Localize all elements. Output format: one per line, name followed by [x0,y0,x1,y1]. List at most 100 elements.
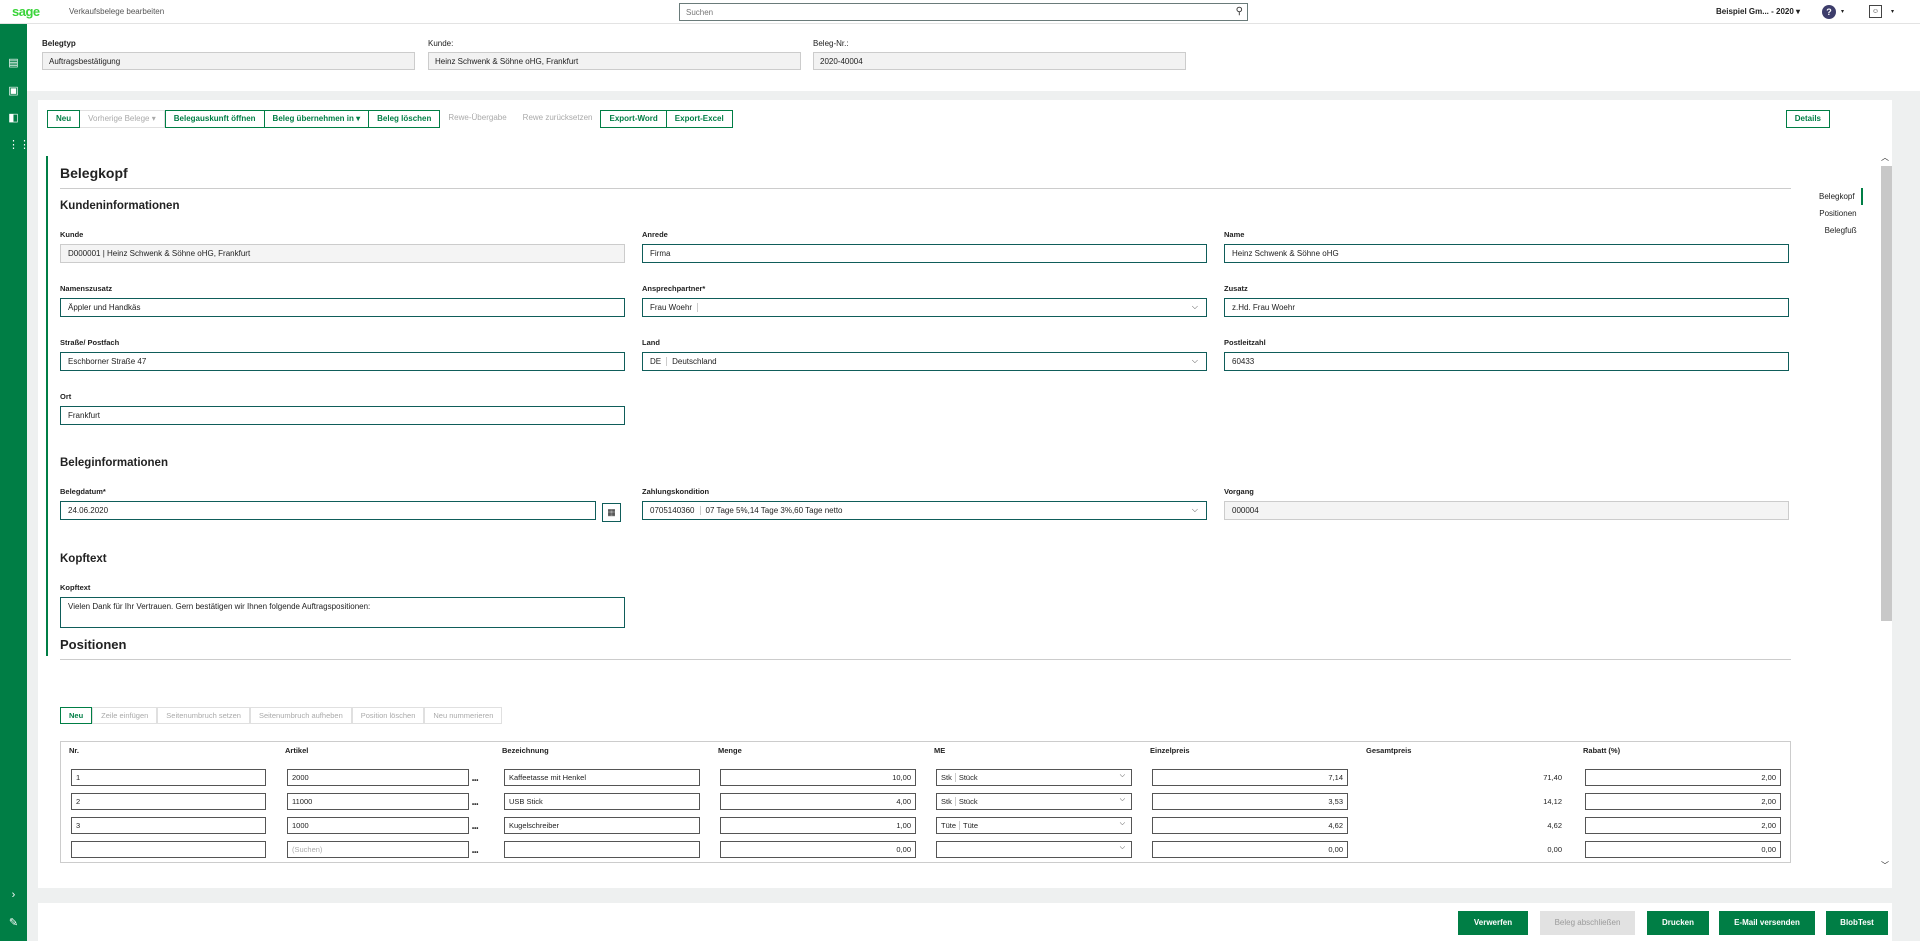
chevron-down-icon[interactable]: ⌵ [1192,505,1198,515]
cell-me-select[interactable]: Tüte Tüte ⌵ [936,817,1132,834]
rewe-zuruecksetzen-button[interactable]: Rewe zurücksetzen [514,110,601,128]
neu-nummerieren-button[interactable]: Neu nummerieren [424,707,503,724]
anchor-belegfuss[interactable]: Belegfuß [1819,222,1863,239]
scroll-up-icon[interactable]: ︿ [1881,152,1889,163]
cell-bezeichnung[interactable]: Kaffeetasse mit Henkel [504,769,700,786]
chevron-down-icon[interactable]: ⌵ [1120,796,1125,804]
chevron-down-icon[interactable]: ⌵ [1120,820,1125,828]
ort-input[interactable]: Frankfurt [60,406,625,425]
col-header-menge[interactable]: Menge [718,746,742,755]
belegdatum-input[interactable]: 24.06.2020 [60,501,596,520]
cell-rabatt[interactable]: 2,00 [1585,817,1781,834]
cell-einzelpreis[interactable]: 4,62 [1152,817,1348,834]
chevron-down-icon[interactable]: ⌵ [1120,844,1125,852]
col-header-einzelpreis[interactable]: Einzelpreis [1150,746,1190,755]
cell-bezeichnung[interactable] [504,841,700,858]
export-word-button[interactable]: Export-Word [600,110,667,128]
pin-icon[interactable]: ✎ [8,918,19,929]
cell-menge[interactable]: 0,00 [720,841,916,858]
col-header-rabatt[interactable]: Rabatt (%) [1583,746,1620,755]
vorherige-belege-button[interactable]: Vorherige Belege ▾ [80,110,165,128]
cell-bezeichnung[interactable]: Kugelschreiber [504,817,700,834]
document-edit-icon[interactable]: ◧ [8,113,19,124]
anchor-belegkopf[interactable]: Belegkopf [1819,188,1863,205]
cell-menge[interactable]: 4,00 [720,793,916,810]
more-options-icon[interactable]: ••• [472,777,478,785]
cell-rabatt[interactable]: 0,00 [1585,841,1781,858]
rewe-uebergabe-button[interactable]: Rewe-Übergabe [440,110,515,128]
seitenumbruch-setzen-button[interactable]: Seitenumbruch setzen [157,707,250,724]
cell-nr[interactable]: 1 [71,769,266,786]
beleg-uebernehmen-button[interactable]: Beleg übernehmen in ▾ [264,110,370,128]
beleg-abschliessen-button[interactable]: Beleg abschließen [1540,911,1635,935]
beleg-loeschen-button[interactable]: Beleg löschen [369,110,441,128]
cell-nr[interactable] [71,841,266,858]
cell-menge[interactable]: 1,00 [720,817,916,834]
more-options-icon[interactable]: ••• [472,801,478,809]
sage-logo[interactable]: sage [12,4,40,19]
name-input[interactable]: Heinz Schwenk & Söhne oHG [1224,244,1789,263]
cell-artikel[interactable]: 2000 [287,769,469,786]
zusatz-input[interactable]: z.Hd. Frau Woehr [1224,298,1789,317]
vertical-scrollbar[interactable]: ︿ ﹀ [1878,152,1892,872]
apps-grid-icon[interactable]: ⋮⋮ [8,140,30,151]
search-input[interactable] [680,4,1200,20]
cell-bezeichnung[interactable]: USB Stick [504,793,700,810]
strasse-input[interactable]: Eschborner Straße 47 [60,352,625,371]
cell-me-select[interactable]: Stk Stück ⌵ [936,769,1132,786]
plz-input[interactable]: 60433 [1224,352,1789,371]
chevron-down-icon[interactable]: ⌵ [1192,302,1198,312]
more-options-icon[interactable]: ••• [472,849,478,857]
search-icon[interactable]: ⚲ [1236,6,1243,17]
anchor-positionen[interactable]: Positionen [1819,205,1863,222]
cell-einzelpreis[interactable]: 7,14 [1152,769,1348,786]
belegauskunft-button[interactable]: Belegauskunft öffnen [164,110,265,128]
cell-me-select[interactable]: Stk Stück ⌵ [936,793,1132,810]
cell-einzelpreis[interactable]: 0,00 [1152,841,1348,858]
cell-artikel[interactable]: (Suchen) [287,841,469,858]
chevron-down-icon[interactable]: ⌵ [1120,772,1125,780]
cell-rabatt[interactable]: 2,00 [1585,769,1781,786]
chevron-down-icon[interactable]: ⌵ [1192,356,1198,366]
land-select[interactable]: DE Deutschland ⌵ [642,352,1207,371]
expand-chevron-icon[interactable]: › [8,890,19,901]
cell-menge[interactable]: 10,00 [720,769,916,786]
help-caret-icon[interactable]: ▾ [1841,8,1844,15]
neu-button[interactable]: Neu [47,110,81,128]
archive-icon[interactable]: ▣ [8,86,19,97]
email-versenden-button[interactable]: E-Mail versenden [1719,911,1815,935]
document-list-icon[interactable]: ▤ [8,58,19,69]
zahlung-select[interactable]: 0705140360 07 Tage 5%,14 Tage 3%,60 Tage … [642,501,1207,520]
user-icon[interactable]: ☺ [1869,5,1882,18]
col-header-nr[interactable]: Nr. [69,746,79,755]
cell-me-select[interactable]: ⌵ [936,841,1132,858]
col-header-me[interactable]: ME [934,746,945,755]
cell-einzelpreis[interactable]: 3,53 [1152,793,1348,810]
scroll-down-icon[interactable]: ﹀ [1881,860,1889,871]
position-neu-button[interactable]: Neu [60,707,93,724]
drucken-button[interactable]: Drucken [1647,911,1709,935]
cell-artikel[interactable]: 1000 [287,817,469,834]
col-header-bezeichnung[interactable]: Bezeichnung [502,746,549,755]
kopftext-textarea[interactable]: Vielen Dank für Ihr Vertrauen. Gern best… [60,597,625,628]
ansprechpartner-select[interactable]: Frau Woehr ⌵ [642,298,1207,317]
col-header-gesamtpreis[interactable]: Gesamtpreis [1366,746,1411,755]
user-caret-icon[interactable]: ▾ [1891,8,1894,15]
company-selector[interactable]: Beispiel Gm... - 2020 ▾ [1716,7,1800,16]
cell-rabatt[interactable]: 2,00 [1585,793,1781,810]
blobtest-button[interactable]: BlobTest [1826,911,1888,935]
namenszusatz-input[interactable]: Äppler und Handkäs [60,298,625,317]
help-icon[interactable]: ? [1822,5,1836,19]
col-header-artikel[interactable]: Artikel [285,746,308,755]
cell-artikel[interactable]: 11000 [287,793,469,810]
position-loeschen-button[interactable]: Position löschen [351,707,425,724]
seitenumbruch-aufheben-button[interactable]: Seitenumbruch aufheben [249,707,352,724]
search-box[interactable]: ⚲ [679,3,1248,21]
verwerfen-button[interactable]: Verwerfen [1458,911,1528,935]
calendar-icon[interactable]: ▦ [602,503,621,522]
zeile-einfuegen-button[interactable]: Zeile einfügen [92,707,158,724]
anrede-input[interactable]: Firma [642,244,1207,263]
details-button[interactable]: Details [1785,110,1830,128]
export-excel-button[interactable]: Export-Excel [666,110,733,128]
cell-nr[interactable]: 3 [71,817,266,834]
